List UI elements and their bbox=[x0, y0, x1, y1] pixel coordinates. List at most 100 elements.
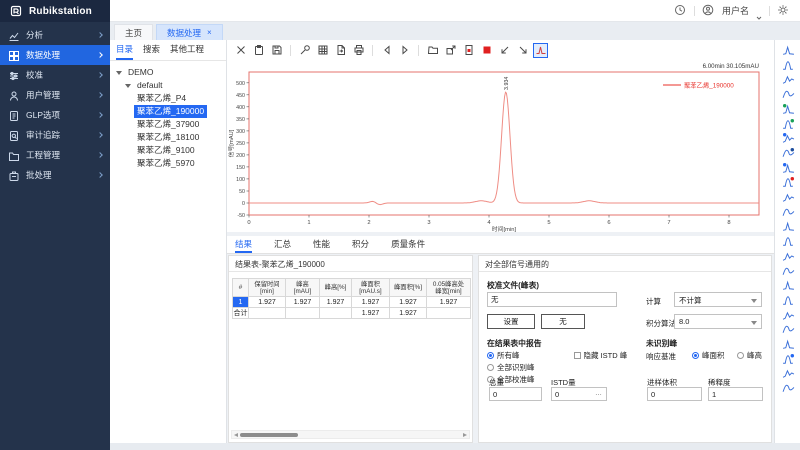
calibration-file-input[interactable] bbox=[487, 292, 617, 307]
tree-node-聚苯乙烯_190000[interactable]: 聚苯乙烯_190000 bbox=[116, 105, 226, 118]
table-icon[interactable] bbox=[315, 43, 330, 58]
table-cell[interactable]: 合计 bbox=[233, 308, 249, 319]
chromatogram-view-icon[interactable] bbox=[533, 43, 548, 58]
none-button[interactable]: 无 bbox=[541, 314, 585, 329]
expand-arrow-icon[interactable] bbox=[125, 84, 131, 88]
peak-start-green-icon[interactable] bbox=[782, 103, 795, 116]
tab-search[interactable]: 搜索 bbox=[143, 40, 160, 60]
region-select-icon[interactable] bbox=[782, 353, 795, 366]
radio-all-peaks[interactable]: 所有峰 bbox=[487, 350, 520, 361]
table-cell[interactable]: 1 bbox=[233, 297, 249, 308]
table-cell[interactable] bbox=[427, 308, 471, 319]
sidebar-item-1[interactable]: 数据处理 bbox=[0, 45, 110, 65]
tab-close-icon[interactable]: × bbox=[207, 28, 212, 37]
peak-end-green-icon[interactable] bbox=[782, 118, 795, 131]
prev-icon[interactable] bbox=[379, 43, 394, 58]
chromatogram-chart[interactable]: 6.00min 30.105mAU-5005010015020025030035… bbox=[227, 60, 774, 232]
peak-fill-icon[interactable] bbox=[782, 367, 795, 380]
table-cell[interactable]: 1.927 bbox=[390, 308, 427, 319]
peak-shoulder-icon[interactable] bbox=[782, 265, 795, 278]
tab-other-projects[interactable]: 其他工程 bbox=[170, 40, 204, 60]
set-button[interactable]: 设置 bbox=[487, 314, 535, 329]
result-tab-0[interactable]: 结果 bbox=[235, 236, 252, 253]
result-tab-1[interactable]: 汇总 bbox=[274, 236, 291, 253]
istd-more-button[interactable]: … bbox=[595, 390, 602, 397]
checkbox-hide-istd[interactable]: 隐藏 ISTD 峰 bbox=[574, 350, 627, 361]
curve-wave-icon[interactable] bbox=[782, 323, 795, 336]
tree-node-default[interactable]: default bbox=[116, 79, 226, 92]
calc-select[interactable]: 不计算 bbox=[674, 292, 762, 307]
tree-node-聚苯乙烯_5970[interactable]: 聚苯乙烯_5970 bbox=[116, 157, 226, 170]
result-tab-2[interactable]: 性能 bbox=[313, 236, 330, 253]
report-doc-icon[interactable] bbox=[461, 43, 476, 58]
assign-right-icon[interactable] bbox=[515, 43, 530, 58]
total-amount-input[interactable] bbox=[489, 387, 542, 401]
sidebar-item-3[interactable]: 用户管理 bbox=[0, 85, 110, 105]
table-header[interactable]: 保留时间[min] bbox=[249, 279, 286, 297]
doc-export-icon[interactable] bbox=[333, 43, 348, 58]
peak-tangent-icon[interactable] bbox=[782, 250, 795, 263]
tree-node-聚苯乙烯_9100[interactable]: 聚苯乙烯_9100 bbox=[116, 144, 226, 157]
radio-all-identified-peaks[interactable]: 全部识别峰 bbox=[487, 362, 535, 373]
peak-points-blue-icon[interactable] bbox=[782, 162, 795, 175]
record-stop-icon[interactable] bbox=[479, 43, 494, 58]
peak-delete-red-icon[interactable] bbox=[782, 176, 795, 189]
peak-diamond-icon[interactable] bbox=[782, 294, 795, 307]
table-header[interactable]: 峰高[%] bbox=[320, 279, 352, 297]
username-label[interactable]: 用户名 bbox=[722, 4, 749, 17]
peak-merge-icon[interactable] bbox=[782, 206, 795, 219]
next-icon[interactable] bbox=[397, 43, 412, 58]
region-zoom-icon[interactable] bbox=[782, 44, 795, 57]
table-cell[interactable]: 1.927 bbox=[427, 297, 471, 308]
horizontal-scrollbar[interactable] bbox=[231, 430, 470, 439]
tree-node-DEMO[interactable]: DEMO bbox=[116, 66, 226, 79]
curve-spline-icon[interactable] bbox=[782, 338, 795, 351]
sidebar-item-0[interactable]: 分析 bbox=[0, 25, 110, 45]
table-cell[interactable]: 1.927 bbox=[352, 308, 390, 319]
table-cell[interactable] bbox=[320, 308, 352, 319]
scroll-left-arrow-icon[interactable] bbox=[234, 433, 238, 437]
peak-curve-icon[interactable] bbox=[782, 59, 795, 72]
table-cell[interactable] bbox=[286, 308, 320, 319]
scroll-right-arrow-icon[interactable] bbox=[463, 433, 467, 437]
expand-arrow-icon[interactable] bbox=[116, 71, 122, 75]
table-row[interactable]: 合计 1.9271.927 bbox=[233, 308, 471, 319]
gear-icon[interactable] bbox=[777, 4, 790, 17]
sidebar-item-5[interactable]: 审计追踪 bbox=[0, 125, 110, 145]
user-avatar-icon[interactable] bbox=[702, 4, 715, 17]
assign-left-icon[interactable] bbox=[497, 43, 512, 58]
peak-pair-icon[interactable] bbox=[782, 191, 795, 204]
peak-outline-icon[interactable] bbox=[782, 73, 795, 86]
dilution-input[interactable] bbox=[708, 387, 763, 401]
tab-directory[interactable]: 目录 bbox=[116, 40, 133, 60]
print-icon[interactable] bbox=[351, 43, 366, 58]
peak-valley-icon[interactable] bbox=[782, 235, 795, 248]
table-cell[interactable]: 1.927 bbox=[320, 297, 352, 308]
table-header[interactable]: 峰高[mAU] bbox=[286, 279, 320, 297]
close-icon[interactable] bbox=[233, 43, 248, 58]
table-cell[interactable]: 1.927 bbox=[249, 297, 286, 308]
table-row[interactable]: 11.9271.9271.9271.9271.9271.927 bbox=[233, 297, 471, 308]
sidebar-item-7[interactable]: 批处理 bbox=[0, 165, 110, 185]
table-header[interactable]: 0.05峰高处峰宽[min] bbox=[427, 279, 471, 297]
integration-algo-select[interactable]: 8.0 bbox=[674, 314, 762, 329]
tab-data-processing[interactable]: 数据处理 × bbox=[156, 24, 223, 40]
paste-icon[interactable] bbox=[251, 43, 266, 58]
sidebar-item-4[interactable]: GLP选项 bbox=[0, 105, 110, 125]
peak-split-blue-icon[interactable] bbox=[782, 132, 795, 145]
scrollbar-thumb[interactable] bbox=[240, 433, 298, 437]
tree-node-聚苯乙烯_18100[interactable]: 聚苯乙烯_18100 bbox=[116, 131, 226, 144]
radio-peak-area[interactable]: 峰面积 bbox=[692, 350, 725, 361]
table-header[interactable]: # bbox=[233, 279, 249, 297]
peak-drop-icon[interactable] bbox=[782, 279, 795, 292]
chevron-down-icon[interactable] bbox=[756, 8, 762, 14]
table-cell[interactable] bbox=[249, 308, 286, 319]
tree-node-聚苯乙烯_37900[interactable]: 聚苯乙烯_37900 bbox=[116, 118, 226, 131]
tree-node-聚苯乙烯_P4[interactable]: 聚苯乙烯_P4 bbox=[116, 92, 226, 105]
peak-baseline-icon[interactable] bbox=[782, 220, 795, 233]
table-header[interactable]: 峰面积[%] bbox=[390, 279, 427, 297]
table-cell[interactable]: 1.927 bbox=[352, 297, 390, 308]
folder-open-icon[interactable] bbox=[425, 43, 440, 58]
tools-icon[interactable] bbox=[297, 43, 312, 58]
result-tab-4[interactable]: 质量条件 bbox=[391, 236, 425, 253]
